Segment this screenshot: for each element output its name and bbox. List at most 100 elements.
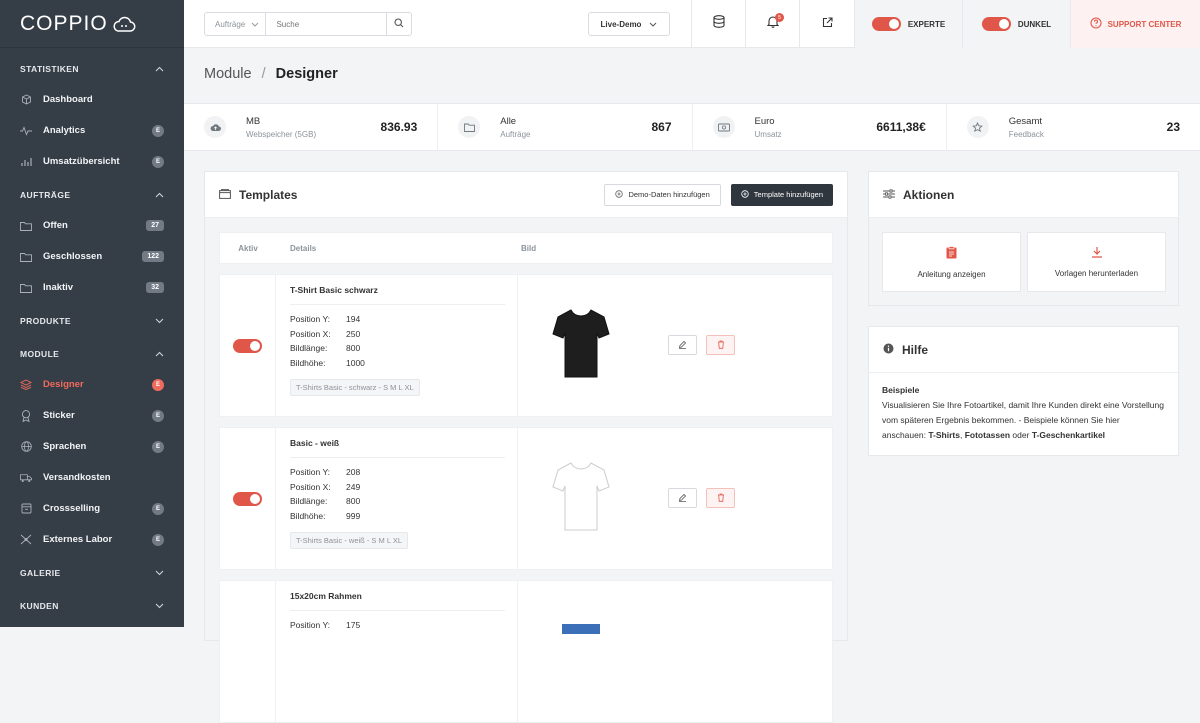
- sidebar-item-badge: E: [152, 155, 164, 168]
- active-toggle[interactable]: [233, 491, 262, 506]
- field-value: 249: [346, 481, 361, 492]
- sidebar-item-label: Offen: [43, 220, 68, 231]
- search-button[interactable]: [386, 13, 411, 35]
- award-icon: [20, 409, 32, 422]
- sidebar-section-header[interactable]: STATISTIKEN: [0, 54, 184, 84]
- truck-icon: [20, 472, 32, 484]
- sidebar-item[interactable]: Geschlossen 122: [0, 241, 184, 272]
- sidebar-section-header[interactable]: MODULE: [0, 339, 184, 369]
- stat-subtitle: Aufträge: [500, 129, 531, 139]
- sidebar-item-badge: 27: [146, 220, 164, 231]
- field-row: Position X: 249: [290, 480, 505, 495]
- field-label: Position X:: [290, 481, 331, 492]
- folder-icon: [20, 220, 32, 232]
- sidebar-item-label: Designer: [43, 379, 84, 390]
- sliders-icon: [883, 186, 895, 204]
- sidebar-item[interactable]: Offen 27: [0, 210, 184, 241]
- bar-chart-icon: [20, 156, 32, 168]
- delete-button[interactable]: [706, 488, 735, 508]
- breadcrumb-separator: /: [261, 66, 266, 82]
- sidebar-item[interactable]: Externes Labor E: [0, 524, 184, 555]
- active-toggle[interactable]: [233, 338, 262, 353]
- breadcrumb-parent[interactable]: Module: [204, 66, 252, 82]
- field-label: Bildlänge:: [290, 343, 328, 353]
- sidebar-section-header[interactable]: PRODUKTE: [0, 306, 184, 336]
- support-center-label: SUPPORT CENTER: [1107, 19, 1182, 29]
- template-tag: T-Shirts Basic - weiß - S M L XL: [290, 532, 408, 549]
- column-header-image: Bild: [521, 243, 537, 253]
- sidebar-item[interactable]: Umsatzübersicht E: [0, 146, 184, 177]
- field-value: 800: [346, 496, 361, 506]
- link-geschenkartikel[interactable]: T-Geschenkartikel: [1032, 430, 1105, 440]
- search-icon: [394, 18, 404, 30]
- plus-circle-icon: [741, 189, 749, 200]
- sidebar-item[interactable]: Analytics E: [0, 115, 184, 146]
- sidebar-item[interactable]: Crossselling E: [0, 493, 184, 524]
- field-label: Bildlänge:: [290, 496, 328, 506]
- search-input[interactable]: [266, 13, 387, 35]
- brand-logo[interactable]: COPPIO: [0, 0, 184, 48]
- help-header: Hilfe: [869, 327, 1178, 373]
- download-templates-label: Vorlagen herunterladen: [1054, 269, 1139, 278]
- database-icon: [712, 15, 725, 33]
- add-demo-data-button[interactable]: Demo-Daten hinzufügen: [604, 183, 721, 206]
- database-button[interactable]: [691, 0, 745, 48]
- stat-title: Alle: [500, 115, 517, 127]
- help-body: Beispiele Visualisieren Sie Ihre Fotoart…: [869, 373, 1178, 453]
- sidebar-item-label: Crossselling: [43, 503, 101, 514]
- field-label: Position Y:: [290, 620, 331, 630]
- field-row: Bildlänge: 800: [290, 494, 505, 509]
- support-center-button[interactable]: SUPPORT CENTER: [1070, 0, 1200, 48]
- folder-icon: [20, 251, 32, 263]
- notifications-button[interactable]: 5: [745, 0, 799, 48]
- edit-button[interactable]: [668, 488, 697, 508]
- breadcrumb: Module / Designer: [204, 66, 338, 82]
- sidebar-section-header[interactable]: GALERIE: [0, 558, 184, 588]
- actions-title: Aktionen: [903, 187, 955, 202]
- external-link-button[interactable]: [799, 0, 854, 48]
- field-value: 800: [346, 343, 361, 353]
- stat-title: Euro: [754, 115, 775, 127]
- search-scope-select[interactable]: Aufträge: [205, 13, 267, 35]
- edit-button[interactable]: [668, 335, 697, 355]
- sidebar-section-header[interactable]: AUFTRÄGE: [0, 180, 184, 210]
- frame-image: [562, 624, 600, 634]
- stat-value: 836.93: [380, 120, 418, 134]
- show-instructions-button[interactable]: Anleitung anzeigen: [882, 232, 1021, 292]
- stat-tile: Alle Aufträge 867: [438, 104, 693, 150]
- field-value: 999: [346, 510, 361, 521]
- pencil-icon: [678, 336, 687, 354]
- sidebar-item[interactable]: Inaktiv 32: [0, 272, 184, 303]
- star-icon: [966, 116, 989, 138]
- sidebar-item[interactable]: Versandkosten: [0, 462, 184, 493]
- sidebar-item-label: Inaktiv: [43, 282, 74, 293]
- stat-text: Gesamt Feedback: [1009, 116, 1167, 139]
- templates-header: Templates Demo-Daten hinzufügen Template…: [205, 172, 847, 218]
- sidebar-item[interactable]: Designer E: [0, 369, 184, 400]
- dark-mode-toggle[interactable]: [981, 17, 1011, 31]
- stat-subtitle: Umsatz: [754, 129, 782, 139]
- chevron-up-icon: [155, 349, 164, 359]
- sidebar-item-label: Umsatzübersicht: [43, 156, 120, 167]
- stat-title: Gesamt: [1008, 115, 1043, 127]
- link-fototassen[interactable]: Fototassen: [965, 430, 1010, 440]
- field-value: 250: [346, 328, 361, 339]
- live-demo-dropdown[interactable]: Live-Demo: [588, 12, 670, 36]
- stat-text: Euro Umsatz: [755, 116, 877, 139]
- delete-button[interactable]: [706, 335, 735, 355]
- sidebar-nav: STATISTIKEN Dashboard Analytics E Umsatz…: [0, 54, 184, 627]
- sidebar-item[interactable]: Sprachen E: [0, 431, 184, 462]
- sidebar-item[interactable]: Sticker E: [0, 400, 184, 431]
- expert-toggle[interactable]: [871, 17, 901, 31]
- download-templates-button[interactable]: Vorlagen herunterladen: [1027, 232, 1166, 292]
- notification-count-badge: 5: [775, 13, 784, 22]
- add-template-button[interactable]: Template hinzufügen: [730, 183, 833, 206]
- sidebar-item[interactable]: Dashboard: [0, 84, 184, 115]
- trash-icon: [717, 336, 725, 354]
- globe-icon: [20, 441, 32, 453]
- money-icon: [712, 116, 735, 138]
- sidebar-section-header[interactable]: KUNDEN: [0, 591, 184, 621]
- cube-icon: [20, 94, 32, 106]
- sidebar-item-label: Sprachen: [43, 441, 87, 452]
- link-tshirts[interactable]: T-Shirts: [928, 430, 960, 440]
